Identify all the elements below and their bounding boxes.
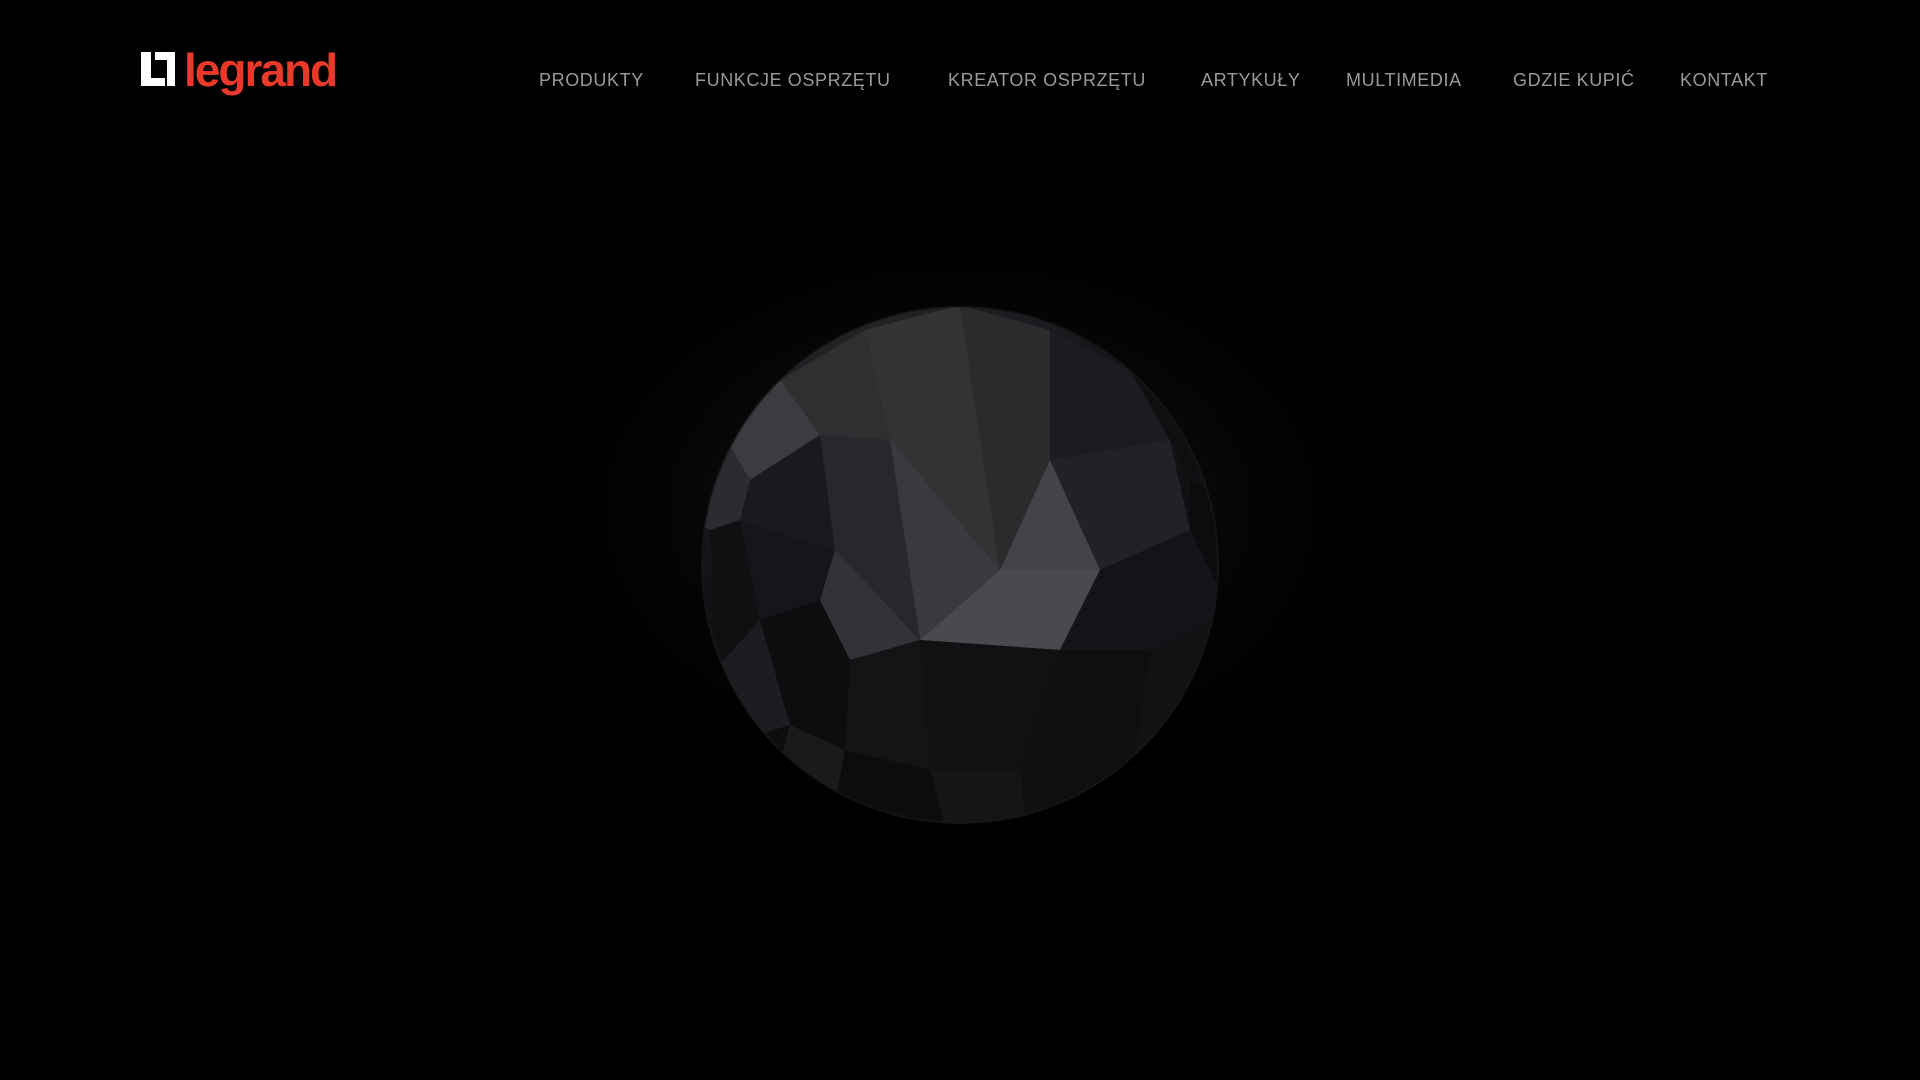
site-header: legrand PRODUKTY FUNKCJE OSPRZĘTU KREATO… xyxy=(0,0,1920,160)
nav-item-kreator-osprzetu[interactable]: KREATOR OSPRZĘTU xyxy=(948,66,1146,94)
nav-item-artykuly[interactable]: ARTYKUŁY xyxy=(1201,66,1301,94)
nav-item-multimedia[interactable]: MULTIMEDIA xyxy=(1346,66,1462,94)
nav-item-gdzie-kupic[interactable]: GDZIE KUPIĆ xyxy=(1513,66,1635,94)
main-nav: PRODUKTY FUNKCJE OSPRZĘTU KREATOR OSPRZĘ… xyxy=(0,66,1920,94)
hero-visual xyxy=(490,240,1430,1050)
hero-stage xyxy=(0,160,1920,1080)
nav-item-funkcje-osprzetu[interactable]: FUNKCJE OSPRZĘTU xyxy=(695,66,891,94)
faceted-sphere-icon xyxy=(520,240,1400,840)
nav-item-kontakt[interactable]: KONTAKT xyxy=(1680,66,1768,94)
nav-item-produkty[interactable]: PRODUKTY xyxy=(539,66,644,94)
